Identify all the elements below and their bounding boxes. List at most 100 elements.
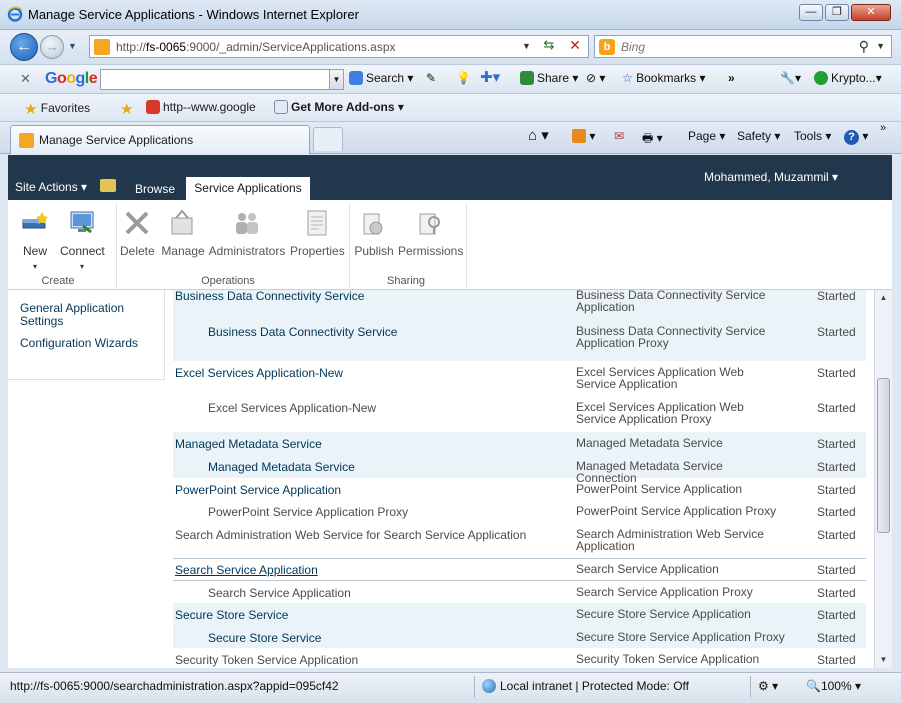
refresh-icon[interactable]: ⇆ [538,37,560,56]
scroll-up-arrow-icon[interactable]: ▲ [875,290,892,306]
site-actions-menu[interactable]: Site Actions ▾ [15,180,87,194]
google-search-input[interactable]: ▼ [100,69,344,90]
recent-pages-dropdown-icon[interactable]: ▼ [68,41,77,51]
search-input[interactable]: Bing [621,40,645,54]
home-icon[interactable]: ⌂ ▾ [528,126,549,144]
properties-button[interactable]: Properties [290,208,345,258]
service-app-name[interactable]: Search Service Application [208,586,351,600]
manage-button[interactable]: Manage [160,208,206,258]
table-row[interactable]: Excel Services Application-New Excel Ser… [173,396,866,432]
search-icon[interactable]: ⚲ [859,38,869,55]
table-row[interactable]: Search Administration Web Service for Se… [173,523,866,558]
table-row[interactable]: PowerPoint Service Application Proxy Pow… [173,500,866,523]
safety-menu[interactable]: Safety ▾ [737,129,780,143]
bookmarks-button[interactable]: ☆ Bookmarks ▾ [622,71,706,85]
address-bar[interactable]: http://fs-0065:9000/_admin/ServiceApplic… [89,35,589,58]
tools-menu[interactable]: Tools ▾ [794,129,831,143]
scroll-down-arrow-icon[interactable]: ▼ [875,652,892,668]
service-app-name[interactable]: Business Data Connectivity Service [208,325,397,339]
google-search-button[interactable]: Search ▾ [349,71,413,85]
scrollbar-thumb[interactable] [877,378,890,533]
close-toolbar-icon[interactable]: ✕ [20,71,31,87]
properties-icon [307,210,327,236]
minimize-button[interactable]: — [799,4,823,21]
service-app-name[interactable]: Excel Services Application-New [208,401,376,415]
new-button[interactable]: New ▾ [20,208,50,272]
delete-button[interactable]: Delete [120,208,155,258]
table-row[interactable]: Secure Store Service Secure Store Servic… [173,603,866,626]
wrench-icon[interactable]: 🔧▾ [780,71,801,85]
page-menu[interactable]: Page ▾ [688,129,725,143]
table-row[interactable]: Business Data Connectivity Service Busin… [173,325,866,361]
command-bar-more-chevron[interactable]: » [880,122,886,134]
table-row[interactable]: Secure Store Service Secure Store Servic… [173,626,866,648]
get-more-addons-link[interactable]: Get More Add-ons ▾ [274,100,404,114]
publish-button[interactable]: Publish [352,208,396,258]
kryptos-button[interactable]: Krypto...▾ [814,71,882,85]
permissions-button[interactable]: Permissions [398,208,463,258]
feeds-icon[interactable]: ▾ [572,129,595,143]
protected-mode-icon[interactable]: ⚙ ▾ [758,679,778,693]
table-row-selected[interactable]: Search Service Application Search Servic… [173,558,866,581]
favorite-link-google[interactable]: http--www.google [146,100,256,114]
back-button[interactable]: ← [10,33,38,61]
share-button[interactable]: Share ▾ [520,71,578,85]
service-app-name[interactable]: Security Token Service Application [175,653,358,667]
tab-label: Manage Service Applications [39,133,194,147]
user-menu[interactable]: Mohammed, Muzammil ▾ [704,170,838,184]
favorites-button[interactable]: ★ Favorites [24,100,90,118]
address-url[interactable]: http://fs-0065:9000/_admin/ServiceApplic… [116,40,396,54]
pencil-icon[interactable]: ✎ [426,71,436,85]
security-zone[interactable]: Local intranet | Protected Mode: Off [482,679,689,693]
tab-manage-service-applications[interactable]: Manage Service Applications [10,125,310,154]
print-icon[interactable]: 🖶 ▾ [642,129,663,150]
search-options-dropdown-icon[interactable]: ▼ [876,41,885,51]
zoom-level[interactable]: 🔍100% ▾ [806,679,861,693]
service-app-name[interactable]: Secure Store Service [175,608,288,622]
vertical-scrollbar[interactable]: ▲ ▼ [874,290,892,668]
blocked-popups-icon[interactable]: ⊘ ▾ [586,71,605,85]
service-app-name[interactable]: Managed Metadata Service [175,437,322,451]
table-row[interactable]: Business Data Connectivity Service Busin… [173,290,866,325]
table-row[interactable]: Security Token Service Application Secur… [173,648,866,668]
service-app-name[interactable]: Business Data Connectivity Service [175,290,364,303]
google-search-dropdown-icon[interactable]: ▼ [329,70,343,89]
plus-icon[interactable]: ✚▾ [480,68,500,86]
service-app-type: Excel Services Application Web Service A… [576,400,744,426]
new-tab-button[interactable] [313,127,343,151]
tab-service-applications[interactable]: Service Applications [186,177,310,200]
administrators-button[interactable]: Administrators [208,208,286,258]
forward-button[interactable]: → [40,35,64,59]
help-menu[interactable]: ? ▾ [844,129,868,145]
search-box[interactable]: b Bing ⚲ ▼ [594,35,892,58]
add-to-favorites-icon[interactable]: ★ [120,100,133,118]
ribbon-group-operations: Operations [201,275,255,287]
stop-icon[interactable]: ✕ [564,37,586,56]
lightbulb-icon[interactable]: 💡 [456,71,471,85]
mail-icon[interactable]: ✉ [614,129,624,143]
table-row[interactable]: Excel Services Application-New Excel Ser… [173,361,866,396]
ribbon-separator [116,204,117,288]
ql-configuration-wizards[interactable]: Configuration Wizards [20,337,138,350]
address-dropdown-icon[interactable]: ▼ [522,41,531,51]
table-row[interactable]: Managed Metadata Service Managed Metadat… [173,455,866,484]
service-app-name[interactable]: PowerPoint Service Application [175,483,341,497]
ql-general-application-settings[interactable]: General Application Settings [20,302,164,328]
restore-button[interactable]: ❐ [825,4,849,21]
table-row[interactable]: Search Service Application Search Servic… [173,581,866,603]
service-app-name[interactable]: Excel Services Application-New [175,366,343,380]
table-row[interactable]: Managed Metadata Service Managed Metadat… [173,432,866,455]
service-app-name[interactable]: Search Administration Web Service for Se… [175,528,526,542]
more-buttons-chevron[interactable]: » [728,71,735,85]
service-app-type: Search Service Application [576,562,719,576]
service-app-name[interactable]: Search Service Application [175,563,318,577]
service-app-name[interactable]: Secure Store Service [208,631,321,645]
close-button[interactable]: ✕ [851,4,891,21]
navigate-up-icon[interactable] [100,179,116,192]
service-app-name[interactable]: Managed Metadata Service [208,460,355,474]
connect-button[interactable]: Connect ▾ [60,208,105,272]
service-app-name[interactable]: PowerPoint Service Application Proxy [208,505,408,519]
delete-icon [125,211,149,235]
table-row[interactable]: PowerPoint Service Application PowerPoin… [173,478,866,500]
tab-browse[interactable]: Browse [135,182,175,196]
